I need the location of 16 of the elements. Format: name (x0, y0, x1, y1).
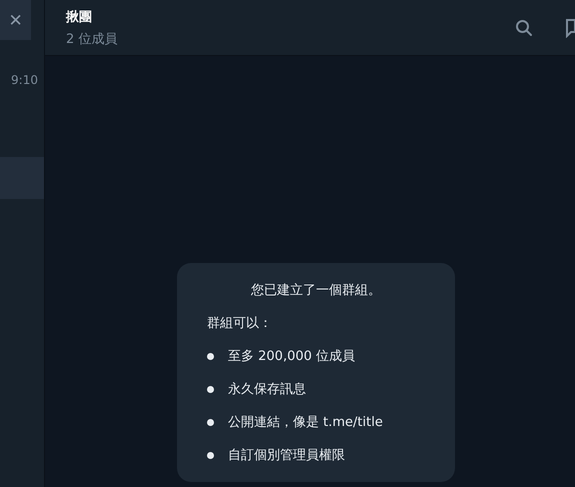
bullet-icon (207, 418, 214, 426)
member-count: 2 位成員 (66, 30, 118, 48)
chat-time: 9:10 (10, 73, 39, 89)
message-title: 您已建立了一個群組。 (251, 282, 381, 299)
feature-text: 至多 200,000 位成員 (228, 348, 356, 365)
chat-icon[interactable] (565, 18, 575, 38)
close-button[interactable]: ✕ (0, 0, 31, 40)
bullet-icon (207, 452, 214, 458)
bullet-icon (207, 386, 214, 392)
feature-text: 自訂個別管理員權限 (228, 447, 345, 464)
feature-text: 公開連結，像是 t.me/title (228, 414, 383, 431)
message-intro: 群組可以： (207, 315, 273, 332)
chat-title: 揪團 (66, 8, 93, 26)
feature-text: 永久保存訊息 (228, 381, 306, 398)
bullet-icon (207, 352, 214, 360)
search-icon[interactable] (515, 18, 533, 36)
